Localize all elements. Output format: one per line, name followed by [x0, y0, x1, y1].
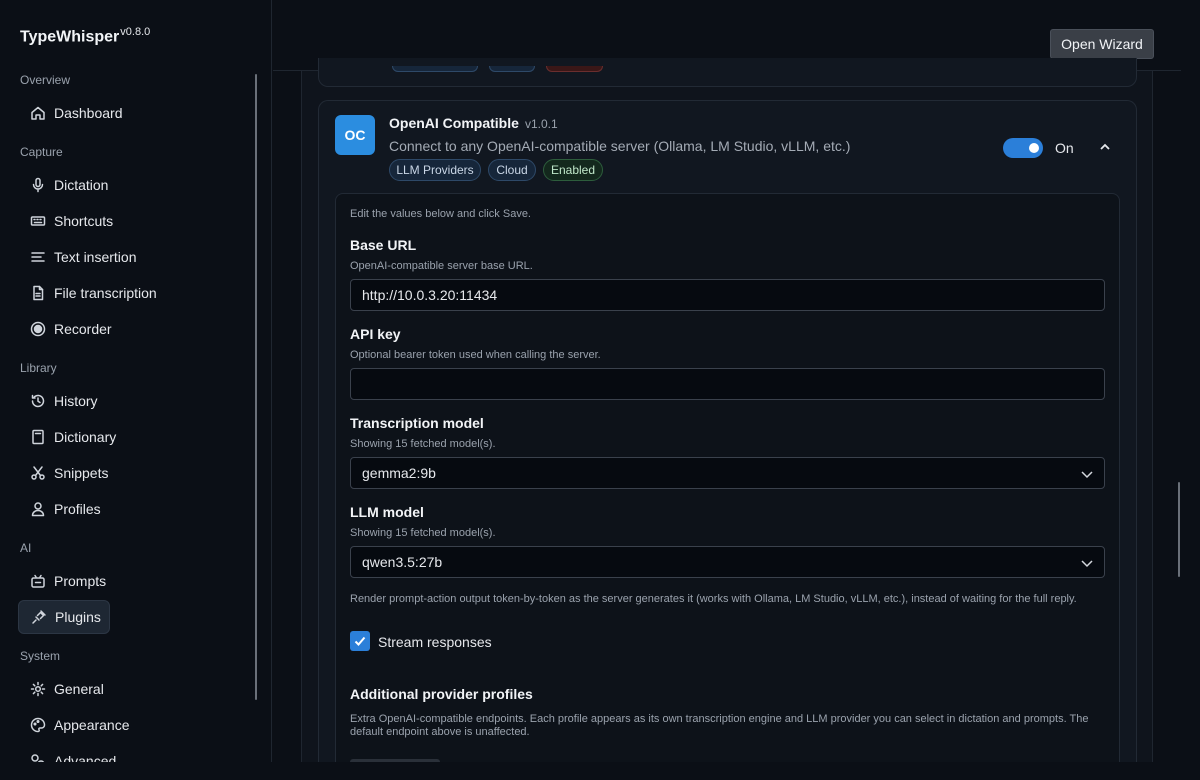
- section-system: System: [20, 649, 61, 663]
- microphone-icon: [30, 177, 46, 193]
- sidebar-item-appearance[interactable]: Appearance: [18, 708, 130, 742]
- profiles-title: Additional provider profiles: [350, 686, 533, 702]
- tag-enabled: Enabled: [543, 159, 603, 181]
- api-key-input[interactable]: [350, 368, 1105, 400]
- toggle-knob: [1029, 143, 1039, 153]
- scissors-icon: [30, 465, 46, 481]
- text-lines-icon: [30, 249, 46, 265]
- sidebar-scrollbar[interactable]: [255, 74, 257, 700]
- section-capture: Capture: [20, 145, 63, 159]
- sidebar-clip: Advanced: [0, 744, 255, 762]
- api-key-label: API key: [350, 326, 401, 342]
- sidebar-item-snippets[interactable]: Snippets: [18, 456, 110, 490]
- sidebar-item-text-insertion[interactable]: Text insertion: [18, 240, 136, 274]
- sparkles-icon: [30, 573, 46, 589]
- open-wizard-button[interactable]: Open Wizard: [1050, 29, 1154, 59]
- user-icon: [30, 501, 46, 517]
- sidebar-item-dictionary[interactable]: Dictionary: [18, 420, 116, 454]
- sidebar-item-recorder[interactable]: Recorder: [18, 312, 112, 346]
- checkmark-icon: [354, 636, 366, 646]
- llm-model-value: qwen3.5:27b: [362, 554, 443, 570]
- transcription-model-value: gemma2:9b: [362, 465, 436, 481]
- llm-model-hint: Showing 15 fetched model(s).: [350, 527, 496, 539]
- main-scrollbar[interactable]: [1178, 482, 1180, 577]
- previous-tag-3: [546, 66, 603, 72]
- plugin-enable-toggle[interactable]: [1003, 138, 1043, 158]
- previous-tag-2: [489, 66, 535, 72]
- sidebar-item-general[interactable]: General: [18, 672, 110, 706]
- chevron-down-icon: [1080, 556, 1094, 570]
- plug-icon: [31, 609, 47, 625]
- tag-llm-providers: LLM Providers: [389, 159, 481, 181]
- stream-responses-label[interactable]: Stream responses: [378, 634, 492, 650]
- keyboard-icon: [30, 213, 46, 229]
- transcription-model-hint: Showing 15 fetched model(s).: [350, 438, 496, 450]
- toggle-label: On: [1055, 140, 1074, 156]
- history-icon: [30, 393, 46, 409]
- plugin-name: OpenAI Compatible: [389, 115, 519, 131]
- gear-icon: [30, 681, 46, 697]
- sidebar-item-file-transcription[interactable]: File transcription: [18, 276, 157, 310]
- chevron-down-icon: [1080, 467, 1094, 481]
- sidebar-item-profiles[interactable]: Profiles: [18, 492, 110, 526]
- profiles-hint: Extra OpenAI-compatible endpoints. Each …: [350, 713, 1089, 738]
- previous-plugin-card: [318, 58, 1137, 87]
- app-brand: TypeWhisperv0.8.0: [20, 26, 151, 46]
- sidebar-item-plugins[interactable]: Plugins: [18, 600, 110, 634]
- app-version: v0.8.0: [120, 26, 151, 38]
- settings-intro: Edit the values below and click Save.: [350, 208, 531, 220]
- llm-model-label: LLM model: [350, 504, 424, 520]
- advanced-icon: [30, 753, 46, 762]
- transcription-model-select[interactable]: gemma2:9b: [350, 457, 1105, 489]
- transcription-model-label: Transcription model: [350, 415, 484, 431]
- llm-model-select[interactable]: qwen3.5:27b: [350, 546, 1105, 578]
- sidebar-item-advanced[interactable]: Advanced: [18, 744, 116, 762]
- sidebar-item-dashboard[interactable]: Dashboard: [18, 96, 123, 130]
- previous-tag-1: [392, 66, 478, 72]
- section-library: Library: [20, 361, 57, 375]
- base-url-hint: OpenAI-compatible server base URL.: [350, 260, 533, 272]
- palette-icon: [30, 717, 46, 733]
- sidebar: TypeWhisperv0.8.0 Overview Dashboard Cap…: [0, 0, 272, 762]
- sidebar-item-dictation[interactable]: Dictation: [18, 168, 110, 202]
- base-url-label: Base URL: [350, 237, 417, 253]
- record-icon: [30, 321, 46, 337]
- tag-cloud: Cloud: [488, 159, 536, 181]
- file-icon: [30, 285, 46, 301]
- sidebar-item-history[interactable]: History: [18, 384, 110, 418]
- section-ai: AI: [20, 541, 32, 555]
- chevron-up-icon[interactable]: [1098, 140, 1112, 154]
- plugin-description: Connect to any OpenAI-compatible server …: [389, 138, 851, 154]
- sidebar-item-shortcuts[interactable]: Shortcuts: [18, 204, 113, 238]
- home-icon: [30, 105, 46, 121]
- sidebar-item-prompts[interactable]: Prompts: [18, 564, 110, 598]
- stream-hint: Render prompt-action output token-by-tok…: [350, 593, 1077, 605]
- stream-responses-checkbox[interactable]: [350, 631, 370, 651]
- plugin-version: v1.0.1: [525, 117, 558, 131]
- api-key-hint: Optional bearer token used when calling …: [350, 349, 601, 361]
- base-url-input[interactable]: http://10.0.3.20:11434: [350, 279, 1105, 311]
- add-profile-button[interactable]: [350, 759, 440, 762]
- section-overview: Overview: [20, 73, 71, 87]
- plugin-badge: OC: [335, 115, 375, 155]
- book-icon: [30, 429, 46, 445]
